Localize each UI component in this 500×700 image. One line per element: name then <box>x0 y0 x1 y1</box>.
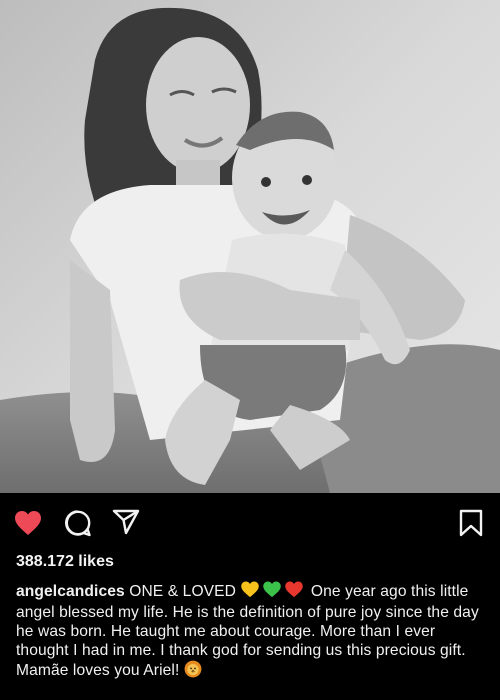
heart-icon[interactable] <box>12 507 44 539</box>
bookmark-icon[interactable] <box>455 507 487 539</box>
likes-count[interactable]: 388.172 likes <box>16 553 114 571</box>
green-heart-icon <box>262 580 282 603</box>
post-photo[interactable] <box>0 0 500 493</box>
yellow-heart-icon <box>240 580 260 603</box>
comment-icon[interactable] <box>62 507 94 539</box>
red-heart-icon <box>284 580 304 603</box>
share-icon[interactable] <box>110 505 142 537</box>
photo-illustration <box>0 0 500 493</box>
caption-lead-text: ONE & LOVED <box>124 583 241 600</box>
post-caption: angelcandices ONE & LOVED One year ago t… <box>16 580 492 683</box>
instagram-post: 388.172 likes angelcandices ONE & LOVED … <box>0 0 500 700</box>
caption-username[interactable]: angelcandices <box>16 583 125 600</box>
lion-face-icon <box>184 660 202 683</box>
